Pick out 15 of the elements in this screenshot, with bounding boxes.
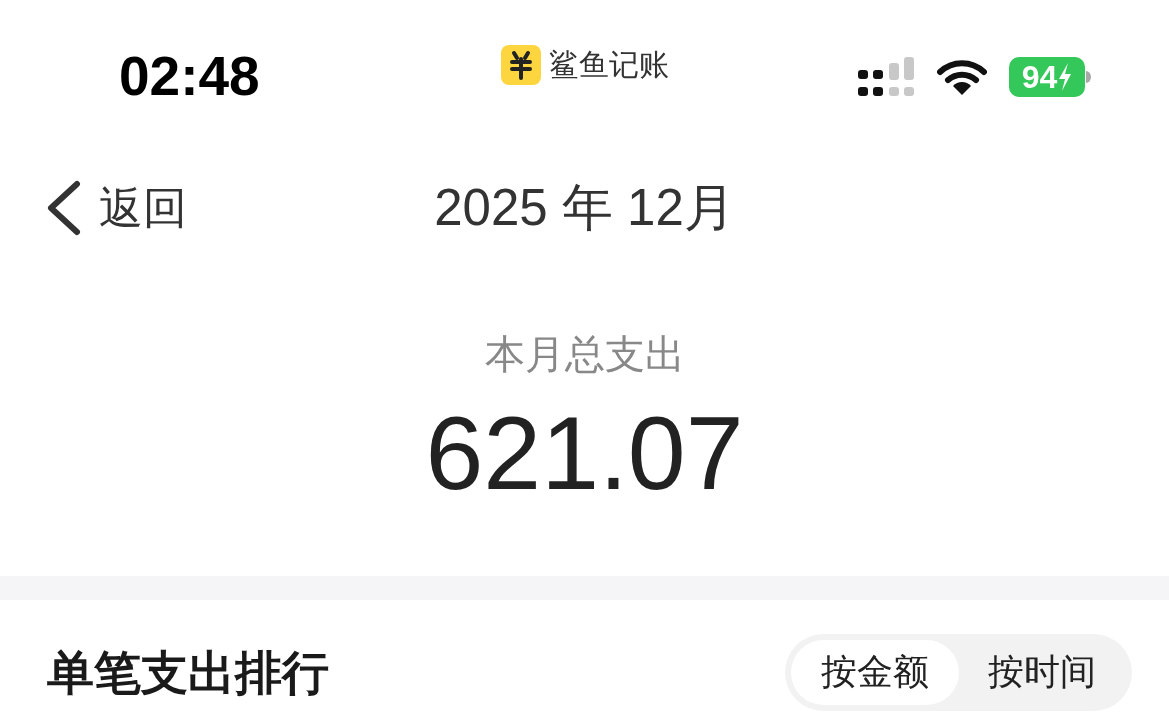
sort-option[interactable]: 按时间: [958, 640, 1126, 705]
battery-percent: 94: [1021, 59, 1058, 95]
chevron-left-icon: [45, 180, 81, 236]
signal-icon: [858, 57, 915, 97]
yen-logo-icon: [500, 45, 541, 85]
month-title: 2025 年 12月: [434, 178, 735, 238]
app-name: 鲨鱼记账: [548, 47, 669, 83]
total-amount: 621.07: [425, 398, 744, 508]
wifi-icon: [937, 59, 987, 95]
summary-label: 本月总支出: [484, 332, 685, 376]
battery-terminal-icon: [1086, 71, 1091, 83]
sort-option[interactable]: 按金额: [791, 640, 959, 705]
status-time: 02:48: [119, 46, 260, 106]
back-button[interactable]: 返回: [45, 180, 187, 236]
section-title: 单笔支出排行: [47, 644, 329, 701]
